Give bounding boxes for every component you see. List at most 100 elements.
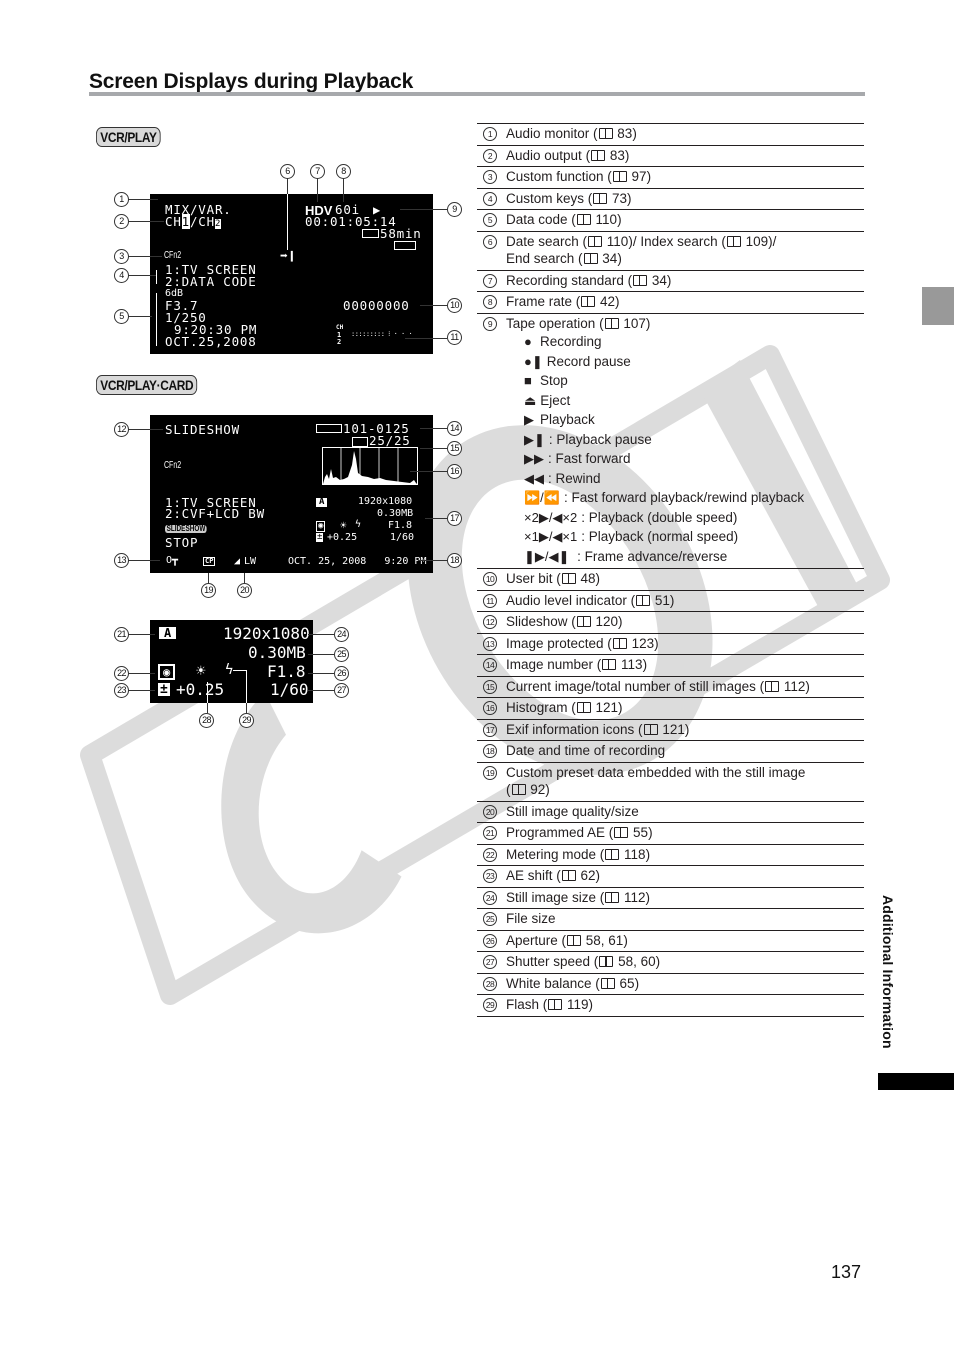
- legend-item: 21 Programmed AE ( 55): [477, 822, 864, 844]
- rewind-icon: ◀◀: [524, 470, 544, 486]
- legend-text: Data code ( 110): [506, 212, 622, 227]
- legend-item: 24 Still image size ( 112): [477, 886, 864, 909]
- callout-16: 16: [447, 464, 462, 479]
- legend-item: 8 Frame rate ( 42): [477, 291, 864, 313]
- user-bit: 00000000: [343, 298, 410, 313]
- custom-preset-icon: CP: [203, 557, 216, 566]
- record-icon: ●: [524, 334, 532, 349]
- book-reference-icon: [583, 253, 598, 264]
- legend-number: 28: [483, 976, 497, 991]
- leader-bracket: [156, 270, 157, 284]
- legend-item: 7 Recording standard ( 34): [477, 269, 864, 292]
- chapter-side-label: Additional Information: [880, 895, 896, 1049]
- book-reference-icon: [604, 317, 619, 329]
- leader-line: [418, 560, 447, 561]
- leader-line: [308, 634, 334, 635]
- legend-item: 23 AE shift ( 62): [477, 865, 864, 887]
- legend-number: 26: [483, 933, 497, 948]
- legend-text: Metering mode ( 118): [506, 846, 651, 862]
- legend-item: 28 White balance ( 65): [477, 972, 864, 995]
- slideshow-label: SLIDESHOW: [165, 422, 240, 437]
- legend-number: 11: [483, 593, 497, 608]
- custom-function: CFn2: [164, 250, 182, 261]
- book-reference-icon: [602, 659, 617, 670]
- callout-5: 5: [114, 309, 129, 324]
- book-reference-icon: [591, 149, 606, 161]
- legend-item: 17 Exif information icons ( 121): [477, 718, 864, 741]
- play-pause-icon: ▶❚: [524, 431, 545, 447]
- tape-operation-label: : Fast forward: [548, 451, 631, 466]
- tape-operation-item: ▶ Playback: [524, 410, 864, 430]
- normal-speed-icon: ×1▶/◀×1: [524, 529, 578, 544]
- protect-key-icon: O┳: [166, 555, 179, 566]
- tape-operation-item: ⏩/⏪: Fast forward playback/rewind playba…: [524, 488, 864, 508]
- callout-13: 13: [114, 553, 129, 568]
- legend-text: White balance ( 65): [506, 975, 640, 991]
- legend-text: Audio level indicator ( 51): [506, 592, 675, 608]
- tape-playback-screen: MIX/VAR. CH1/CH2 CFn2 1:TV SCREEN 2:DATA…: [150, 194, 433, 354]
- book-reference-icon: [600, 977, 615, 989]
- page-title: Screen Displays during Playback: [89, 70, 414, 93]
- battery-icon: [394, 241, 416, 250]
- callout-4: 4: [114, 268, 129, 283]
- legend-item: 10 User bit ( 48): [477, 568, 864, 590]
- legend-number: 12: [483, 615, 497, 629]
- legend-number: 10: [483, 572, 497, 586]
- book-reference-icon: [726, 235, 741, 247]
- leader-line: [317, 178, 318, 202]
- tape-operation-item: ● Recording: [524, 332, 864, 352]
- book-reference-icon: [605, 891, 620, 903]
- chapter-tab-indicator: [878, 1073, 954, 1090]
- aperture: F1.8: [388, 520, 413, 531]
- legend-number: 19: [483, 765, 497, 780]
- book-reference-icon: [567, 934, 582, 946]
- callout-17: 17: [447, 511, 462, 526]
- legend-item: 29 Flash ( 119): [477, 994, 864, 1017]
- tape-operation-label: : Playback (double speed): [581, 509, 738, 525]
- leader-line: [128, 221, 164, 222]
- leader-line: [128, 429, 163, 430]
- book-reference-icon: [576, 702, 591, 713]
- callout-24: 24: [334, 627, 349, 642]
- vcr-play-badge: VCR/PLAY: [96, 127, 161, 147]
- legend-number: 6: [483, 234, 497, 249]
- legend-text: Custom preset data embedded with the sti…: [506, 764, 806, 780]
- leader-bracket: [156, 293, 157, 346]
- leader-line: [128, 316, 152, 317]
- callout-2: 2: [114, 214, 129, 229]
- legend-text-continued: End search ( 34): [506, 251, 622, 266]
- legend-text: Shutter speed ( 58, 60): [506, 954, 661, 969]
- book-reference-icon: [633, 274, 648, 286]
- leader-line: [208, 573, 209, 583]
- book-reference-icon: [561, 573, 576, 584]
- legend-item: 13 Image protected ( 123): [477, 632, 864, 655]
- slideshow-badge: SLIDESHOW: [165, 524, 207, 533]
- legend-number: 27: [483, 955, 497, 969]
- callout-21: 21: [114, 627, 129, 642]
- legend-item: 6 Date search ( 110)/ Index search ( 109)…: [477, 230, 864, 270]
- leader-line: [420, 305, 447, 306]
- legend-text: Tape operation ( 107): [506, 315, 651, 331]
- image-size: 1920x1080: [358, 496, 413, 507]
- play-icon: ▶: [524, 412, 534, 427]
- tape-operation-label: : Playback pause: [548, 431, 652, 447]
- card-playback-screen: SLIDESHOW CFn2 1:TV SCREEN 2:CVF+LCD BW …: [150, 415, 433, 573]
- leader-line: [128, 256, 162, 257]
- legend-item: 12 Slideshow ( 120): [477, 611, 864, 633]
- legend-text: Date and time of recording: [506, 743, 666, 758]
- file-size: 0.30MB: [377, 508, 414, 519]
- legend-item: 20 Still image quality/size: [477, 800, 864, 823]
- leader-line: [420, 448, 447, 449]
- legend-item: 16 Histogram ( 121): [477, 697, 864, 719]
- leader-line: [128, 199, 158, 200]
- leader-line: [308, 690, 334, 691]
- quality-icon: ◢: [234, 556, 241, 567]
- tape-operation-label: : Fast forward playback/rewind playback: [564, 490, 805, 505]
- image-count: 25/25: [369, 433, 411, 448]
- legend-item: 14 Image number ( 113): [477, 654, 864, 676]
- legend-item: 18 Date and time of recording: [477, 740, 864, 762]
- tape-operation-label: Eject: [540, 392, 571, 408]
- legend-text: Flash ( 119): [506, 997, 594, 1012]
- book-reference-icon: [636, 594, 651, 606]
- metering-mode-icon: ◉: [158, 664, 176, 680]
